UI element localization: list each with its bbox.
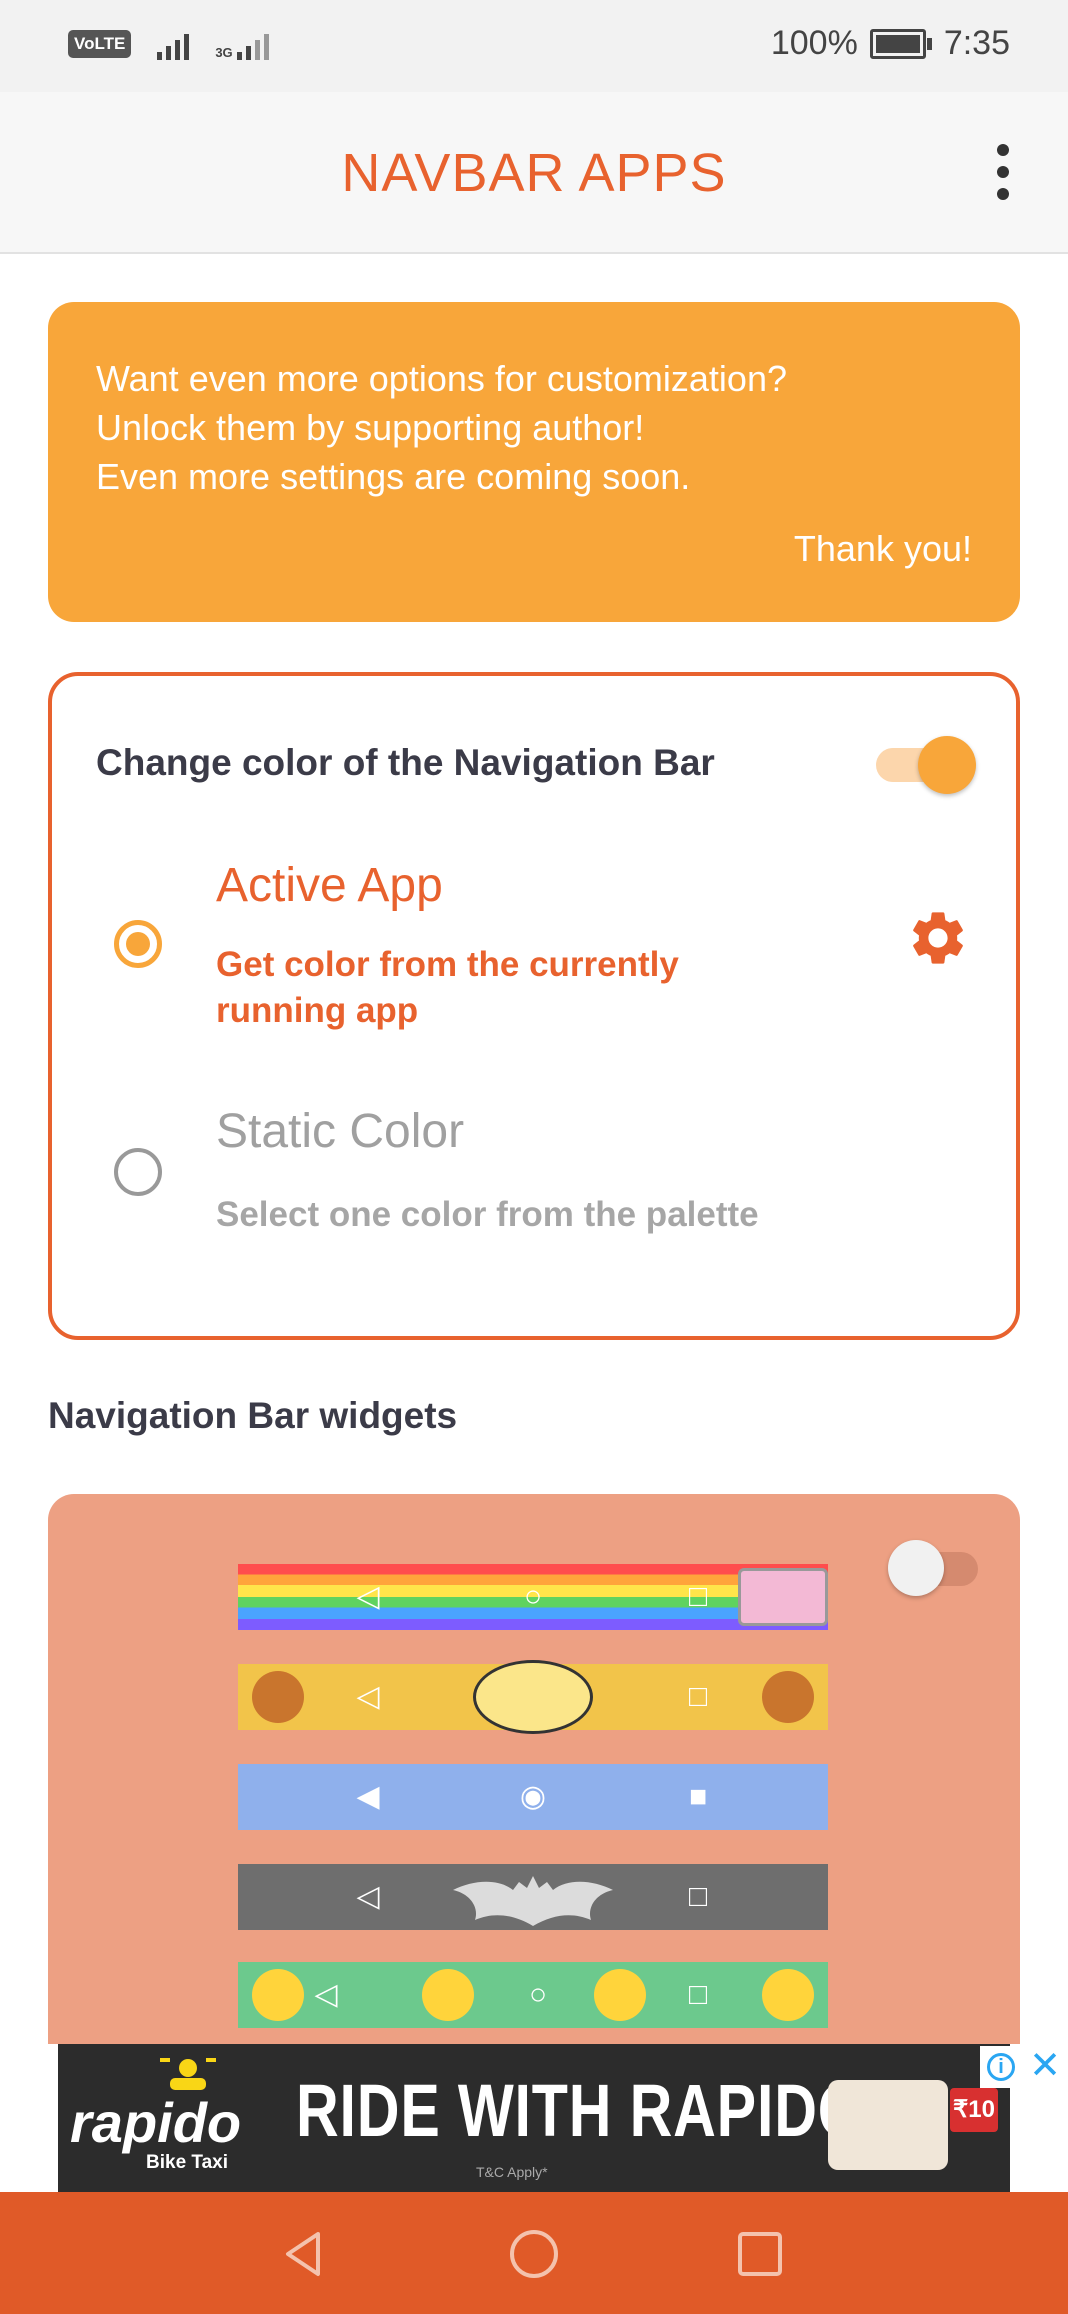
ad-info-icon[interactable]: i — [980, 2046, 1022, 2088]
back-icon: ◁ — [356, 1680, 380, 1713]
garfield-navbar-preview[interactable]: ◁ □ — [238, 1660, 828, 1734]
ad-close-icon[interactable]: ✕ — [1024, 2046, 1066, 2088]
nyan-cat-navbar-preview[interactable]: ◁ ○ □ — [238, 1564, 828, 1630]
back-icon: ◁ — [356, 1880, 380, 1913]
network-label: 3G — [215, 45, 233, 60]
ad-price-badge: ₹10 — [950, 2088, 998, 2132]
promo-thanks: Thank you! — [793, 528, 972, 569]
pixel-navbar-preview[interactable]: ◀ ◉ ■ — [238, 1764, 828, 1830]
recents-icon: □ — [688, 1680, 708, 1713]
promo-line-2: Unlock them by supporting author! — [96, 407, 645, 448]
promo-line-1: Want even more options for customization… — [96, 358, 787, 399]
batman-navbar-preview[interactable]: ◁ □ — [238, 1864, 828, 1930]
more-vert-icon[interactable] — [978, 144, 1028, 200]
back-icon: ◁ — [314, 1978, 338, 2011]
volte-badge: VoLTE — [68, 30, 132, 58]
home-icon: ○ — [523, 1580, 543, 1613]
home-icon: ○ — [528, 1978, 548, 2011]
status-right: 100% 7:35 — [771, 24, 1010, 63]
app-bar: NAVBAR APPS — [0, 92, 1068, 254]
navbar-color-card: Change color of the Navigation Bar Activ… — [48, 672, 1020, 1340]
back-icon: ◀ — [356, 1780, 380, 1813]
back-icon: ◁ — [356, 1580, 380, 1613]
garfield-icon — [473, 1660, 593, 1734]
recents-icon[interactable] — [730, 2224, 790, 2284]
system-nav-bar — [0, 2192, 1068, 2314]
batman-icon — [453, 1876, 613, 1926]
signal-icon — [157, 28, 190, 60]
widgets-toggle[interactable] — [888, 1540, 988, 1600]
option-active-app-title: Active App — [216, 859, 443, 912]
recents-icon: □ — [688, 1978, 708, 2011]
option-static-color-title: Static Color — [216, 1105, 465, 1158]
home-icon: ◉ — [519, 1780, 547, 1813]
ad-banner[interactable]: rapido Bike Taxi RIDE WITH RAPIDO T&C Ap… — [0, 2044, 1068, 2192]
option-static-color-desc: Select one color from the palette — [216, 1195, 759, 1234]
back-icon[interactable] — [274, 2224, 334, 2284]
burger-icon — [252, 1671, 304, 1723]
nyan-cat-icon — [738, 1568, 828, 1626]
rapido-logo-icon — [160, 2058, 216, 2090]
battery-percent: 100% — [770, 24, 858, 62]
emoji-navbar-preview[interactable]: ◁ ○ □ — [238, 1962, 828, 2028]
clock: 7:35 — [943, 24, 1010, 62]
status-bar: VoLTE 3G 100% 7:35 — [0, 0, 1068, 92]
ad-terms: T&C Apply* — [476, 2164, 548, 2180]
ad-brand: rapido — [70, 2091, 242, 2154]
recents-icon: ■ — [688, 1780, 708, 1813]
navbar-color-title: Change color of the Navigation Bar — [96, 742, 715, 783]
ad-brand-sub: Bike Taxi — [146, 2152, 229, 2173]
recents-icon: □ — [688, 1580, 708, 1613]
recents-icon: □ — [688, 1880, 708, 1913]
gear-icon[interactable] — [906, 906, 970, 970]
ad-phone-image — [828, 2080, 948, 2170]
option-active-app-desc: Get color from the currently running app — [216, 942, 679, 1034]
status-left: VoLTE 3G — [68, 28, 269, 60]
radio-active-app[interactable] — [114, 920, 162, 968]
navbar-color-toggle[interactable] — [876, 732, 976, 794]
burger-icon — [762, 1671, 814, 1723]
app-title: NAVBAR APPS — [341, 143, 727, 203]
option-active-app-desc-line-2: running app — [216, 991, 419, 1030]
home-icon[interactable] — [504, 2224, 564, 2284]
emoji-icon — [422, 1969, 474, 2021]
option-active-app-desc-line-1: Get color from the currently — [216, 945, 679, 984]
promo-line-3: Even more settings are coming soon. — [96, 456, 691, 497]
widgets-section-title: Navigation Bar widgets — [48, 1395, 458, 1436]
ad-headline: RIDE WITH RAPIDO — [296, 2069, 865, 2152]
emoji-icon — [252, 1969, 304, 2021]
signal-3g-icon: 3G — [215, 28, 269, 60]
promo-banner[interactable]: Want even more options for customization… — [48, 302, 1020, 622]
battery-icon — [869, 28, 932, 59]
rapido-ad[interactable]: rapido Bike Taxi RIDE WITH RAPIDO T&C Ap… — [58, 2044, 1010, 2192]
widgets-card[interactable]: ◁ ○ □ ◁ □ ◀ ◉ ■ ◁ □ ◁ ○ □ — [48, 1494, 1020, 2054]
promo-text: Want even more options for customization… — [96, 354, 787, 501]
emoji-icon — [762, 1969, 814, 2021]
radio-static-color[interactable] — [114, 1148, 162, 1196]
emoji-icon — [594, 1969, 646, 2021]
